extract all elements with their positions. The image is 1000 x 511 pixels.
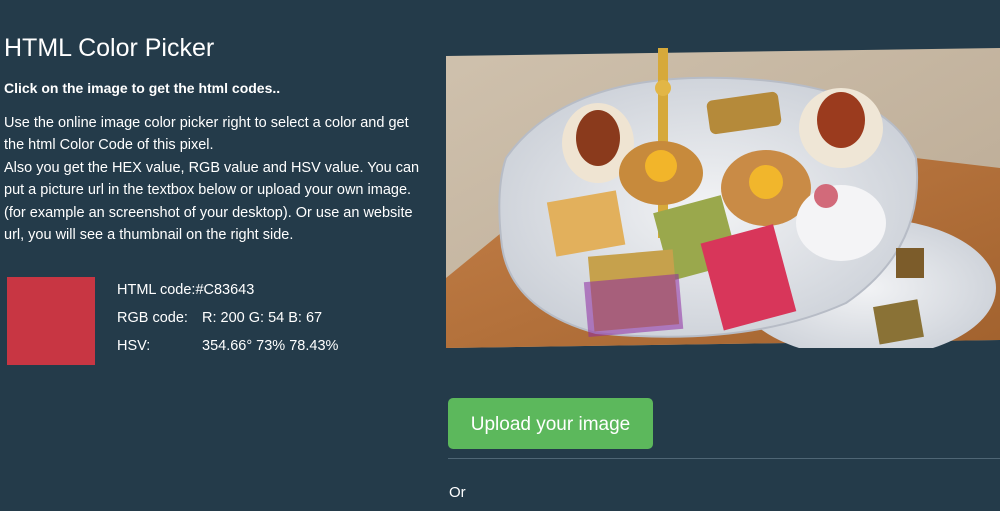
description-paragraph: Use the online image color picker right … [4,115,409,154]
html-code-value: #C83643 [195,282,255,298]
rgb-code-row: RGB code: R: 200 G: 54 B: 67 [117,307,338,335]
html-code-row: HTML code:#C83643 [117,279,338,307]
hsv-code-value: 354.66° 73% 78.43% [202,338,339,354]
color-swatch [7,277,95,365]
hsv-code-row: HSV: 354.66° 73% 78.43% [117,335,338,363]
pastries-photo-icon [446,48,1000,348]
instruction-text: Click on the image to get the html codes… [4,80,281,96]
html-code-label: HTML code: [117,282,196,298]
color-picker-image[interactable] [446,48,1000,348]
hsv-code-label: HSV: [117,338,151,354]
intro-section: HTML Color Picker Click on the image to … [4,30,424,246]
page-title: HTML Color Picker [4,34,215,62]
description: Use the online image color picker right … [4,112,424,246]
rgb-code-value: R: 200 G: 54 B: 67 [202,310,323,326]
color-picker-page: HTML Color Picker Click on the image to … [0,0,1000,511]
rgb-code-label: RGB code: [117,310,188,326]
description-paragraph: Also you get the HEX value, RGB value an… [4,159,420,244]
or-separator-text: Or [449,484,466,501]
divider [448,458,1000,459]
upload-image-button[interactable]: Upload your image [448,398,653,449]
color-codes: HTML code:#C83643 RGB code: R: 200 G: 54 … [117,279,338,363]
